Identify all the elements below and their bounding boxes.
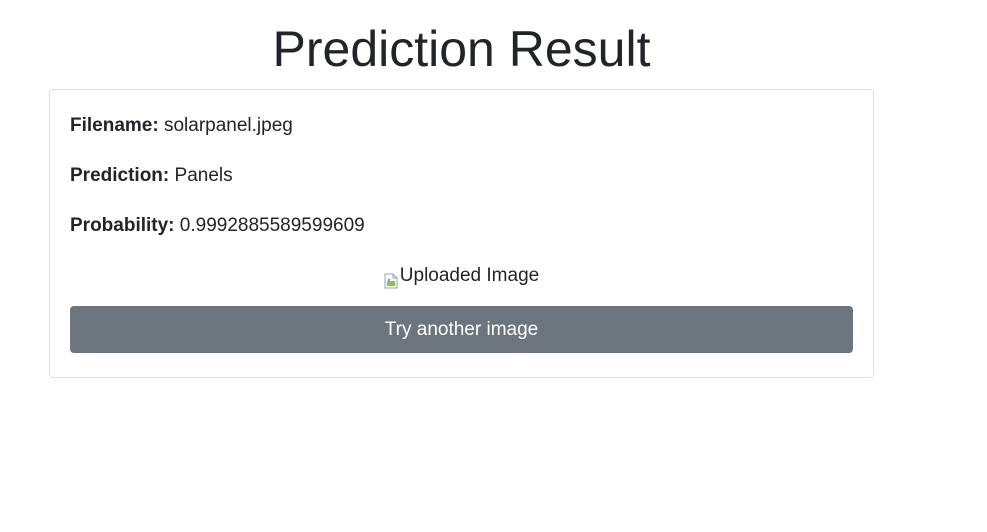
probability-label: Probability: [70, 215, 175, 236]
probability-row: Probability: 0.9992885589599609 [70, 210, 853, 242]
result-card: Filename: solarpanel.jpeg Prediction: Pa… [49, 89, 874, 378]
uploaded-image-wrapper: Uploaded Image [70, 260, 853, 292]
prediction-value: Panels [174, 165, 233, 186]
try-another-image-button[interactable]: Try another image [70, 306, 853, 353]
probability-value: 0.9992885589599609 [179, 215, 365, 236]
filename-label: Filename: [70, 115, 159, 136]
filename-row: Filename: solarpanel.jpeg [70, 110, 853, 142]
uploaded-image-alt-text: Uploaded Image [399, 265, 540, 286]
page-title: Prediction Result [272, 21, 651, 77]
filename-value: solarpanel.jpeg [163, 115, 293, 136]
prediction-row: Prediction: Panels [70, 160, 853, 192]
uploaded-image: Uploaded Image [384, 260, 539, 292]
prediction-label: Prediction: [70, 165, 170, 186]
broken-image-icon [384, 268, 398, 289]
main-container: Prediction Result Filename: solarpanel.j… [49, 0, 874, 378]
